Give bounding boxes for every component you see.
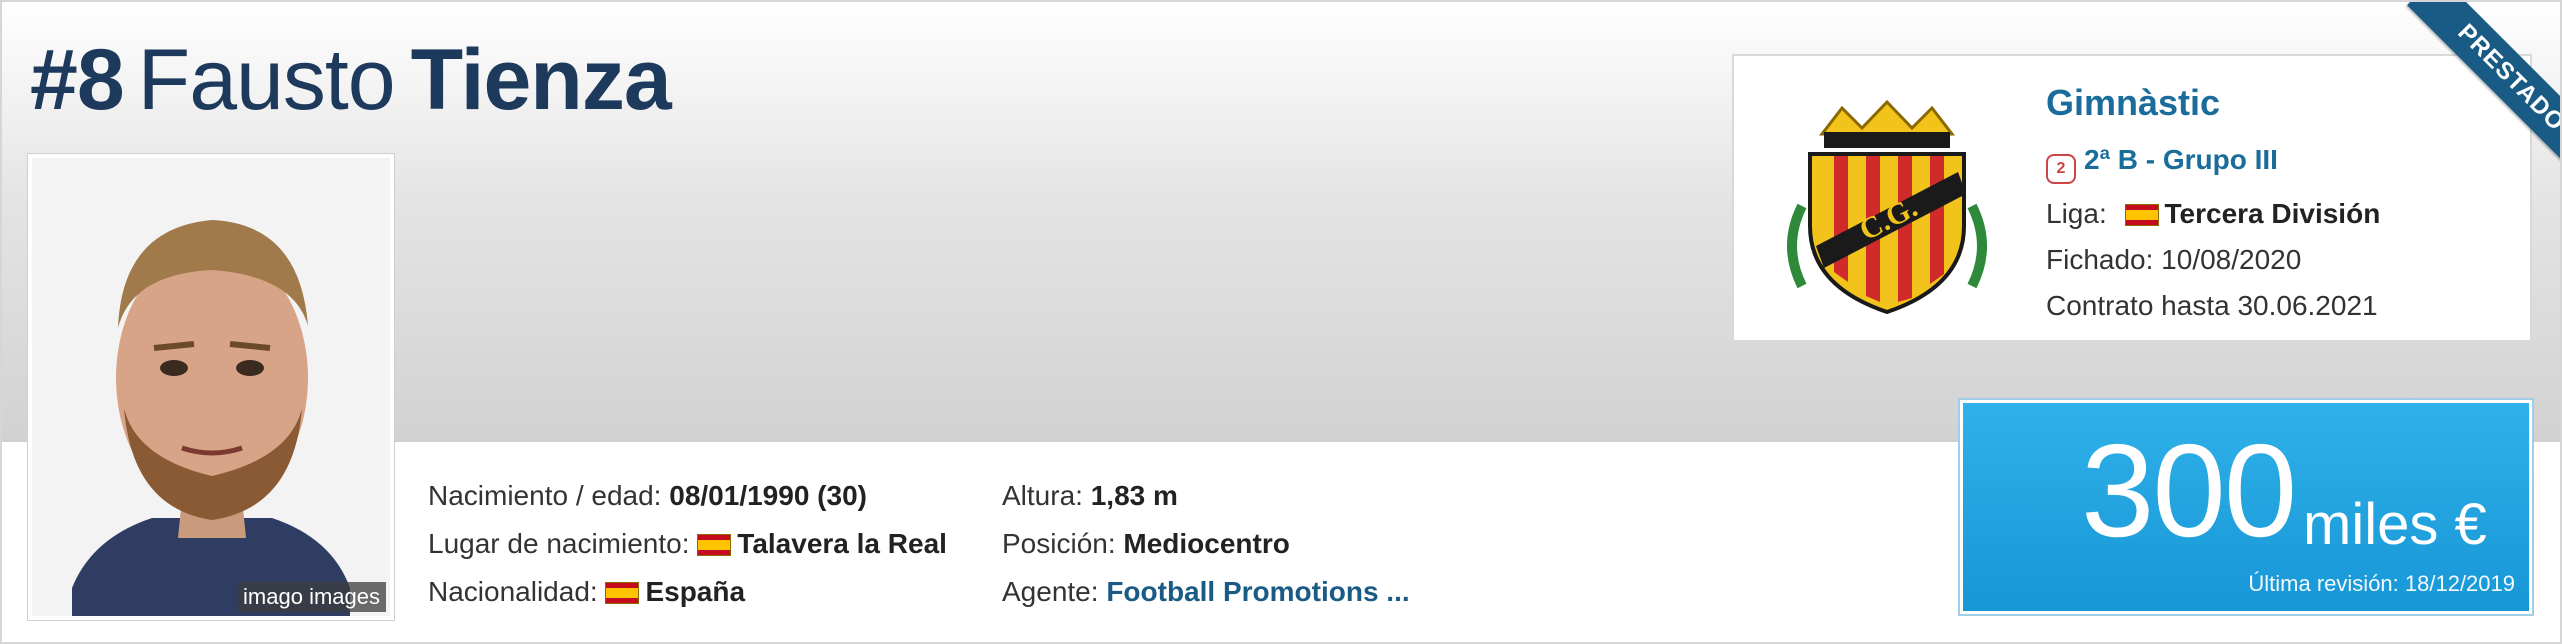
height-row: Altura: 1,83 m: [1002, 472, 1410, 520]
player-photo[interactable]: imago images: [28, 154, 394, 620]
player-last-name: Tienza: [410, 32, 672, 128]
shirt-number: #8: [30, 32, 125, 128]
birth-row: Nacimiento / edad: 08/01/1990 (30): [428, 472, 947, 520]
position-row: Posición: Mediocentro: [1002, 520, 1410, 568]
contract-end: Contrato hasta 30.06.2021: [2046, 290, 2378, 321]
club-crest-icon[interactable]: C.G.: [1762, 76, 2012, 326]
agent-label: Agente:: [1002, 576, 1099, 607]
club-name-link[interactable]: Gimnàstic: [2046, 82, 2220, 124]
loan-ribbon: PRESTADO: [2380, 2, 2560, 182]
personal-info-column-2: Altura: 1,83 m Posición: Mediocentro Age…: [1002, 472, 1410, 616]
league-name: 2ª B - Grupo III: [2084, 144, 2278, 175]
birthplace-value: Talavera la Real: [737, 528, 947, 559]
birth-label: Nacimiento / edad:: [428, 480, 662, 511]
birthplace-row: Lugar de nacimiento: Talavera la Real: [428, 520, 947, 568]
liga-label: Liga:: [2046, 198, 2107, 229]
league-badge-icon: 2: [2046, 154, 2076, 184]
player-portrait-image: [32, 158, 390, 616]
height-label: Altura:: [1002, 480, 1083, 511]
signed-date: Fichado: 10/08/2020: [2046, 244, 2302, 275]
position-label: Posición:: [1002, 528, 1116, 559]
height-value: 1,83 m: [1090, 480, 1178, 511]
agent-link[interactable]: Football Promotions ...: [1106, 576, 1409, 607]
spain-flag-icon: [697, 534, 732, 556]
nationality-value: España: [645, 576, 746, 607]
position-value: Mediocentro: [1123, 528, 1290, 559]
player-title: #8 Fausto Tienza: [30, 30, 672, 130]
liga-value[interactable]: Tercera División: [2165, 198, 2381, 229]
market-value-unit: miles €: [2303, 492, 2487, 557]
nationality-label: Nacionalidad:: [428, 576, 598, 607]
loan-ribbon-label: PRESTADO: [2407, 2, 2560, 182]
market-value-amount: 300: [2081, 417, 2297, 564]
league-link[interactable]: 2 2ª B - Grupo III: [2046, 144, 2278, 184]
agent-row: Agente: Football Promotions ...: [1002, 568, 1410, 616]
birthplace-label: Lugar de nacimiento:: [428, 528, 690, 559]
player-header-card: #8 Fausto Tienza imago images Nacimiento /…: [0, 0, 2562, 644]
market-value-revision: Última revisión: 18/12/2019: [2248, 571, 2515, 596]
liga-row: Liga: Tercera División: [2046, 198, 2380, 230]
spain-flag-icon: [605, 582, 640, 604]
photo-credit: imago images: [237, 582, 386, 612]
market-value-box[interactable]: 300 miles € Última revisión: 18/12/2019: [1960, 400, 2532, 614]
nationality-row: Nacionalidad: España: [428, 568, 947, 616]
player-first-name: Fausto: [137, 32, 396, 128]
birth-value: 08/01/1990 (30): [669, 480, 867, 511]
personal-info-column-1: Nacimiento / edad: 08/01/1990 (30) Lugar…: [428, 472, 947, 616]
spain-flag-icon: [2124, 204, 2159, 226]
